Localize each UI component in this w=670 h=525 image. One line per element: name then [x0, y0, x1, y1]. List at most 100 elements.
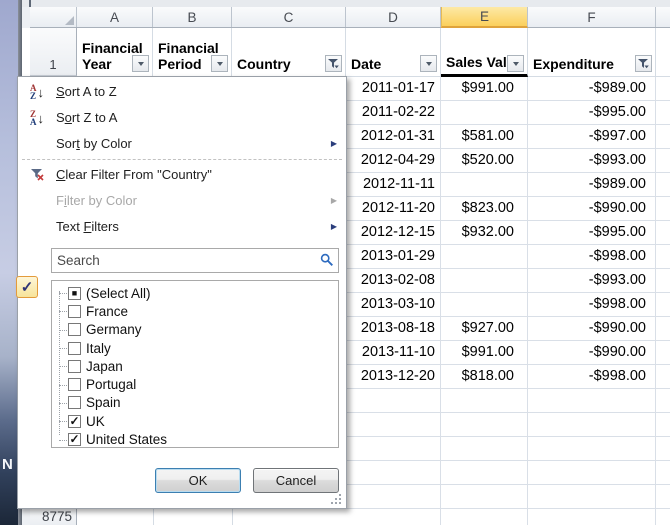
column-header-d[interactable]: D [346, 7, 441, 27]
cell-expenditure[interactable]: -$998.00 [528, 293, 651, 316]
cell-sales-value[interactable]: $818.00 [441, 365, 520, 388]
column-header-f[interactable]: F [528, 7, 656, 27]
cell-date[interactable]: 2013-08-18 [346, 317, 438, 340]
cell-expenditure[interactable]: -$989.00 [528, 77, 651, 100]
cell-expenditure[interactable]: -$990.00 [528, 341, 651, 364]
cell-a1-financial-year[interactable]: Financial Year [77, 28, 153, 77]
cell-sales-value[interactable]: $823.00 [441, 197, 520, 220]
empty-row[interactable] [346, 437, 670, 461]
filter-option-france[interactable]: France [52, 302, 338, 320]
search-input[interactable] [51, 248, 339, 273]
cell-expenditure[interactable]: -$990.00 [528, 317, 651, 340]
cell-sales-value[interactable] [441, 293, 520, 316]
menu-item-filter-by-color[interactable]: Filter by Color▶ [18, 188, 346, 214]
filter-option-select-all[interactable]: ■(Select All) [52, 284, 338, 302]
empty-row[interactable] [346, 461, 670, 485]
cancel-button[interactable]: Cancel [253, 468, 339, 493]
cell-date[interactable]: 2012-11-11 [346, 173, 438, 196]
cell-expenditure[interactable]: -$995.00 [528, 221, 651, 244]
chevron-down-icon [217, 62, 223, 69]
checkbox-unchecked[interactable] [68, 323, 81, 336]
cell-expenditure[interactable]: -$995.00 [528, 101, 651, 124]
filter-option-spain[interactable]: Spain [52, 394, 338, 412]
cell-date[interactable]: 2013-12-20 [346, 365, 438, 388]
filter-funnel-button-f[interactable] [635, 55, 652, 72]
column-header-b[interactable]: B [153, 7, 232, 27]
resize-grip[interactable] [331, 494, 342, 505]
filter-option-united-states[interactable]: ✓United States [52, 430, 338, 448]
filter-dropdown-button-a[interactable] [132, 55, 149, 72]
cell-date[interactable]: 2012-11-20 [346, 197, 438, 220]
cell-date[interactable]: 2013-02-08 [346, 269, 438, 292]
column-header-g-partial[interactable] [656, 7, 670, 27]
empty-row[interactable] [346, 509, 670, 525]
checkbox-unchecked[interactable] [68, 360, 81, 373]
checkbox-indeterminate[interactable]: ■ [68, 287, 81, 300]
cell-sales-value[interactable] [441, 245, 520, 268]
cell-sales-value[interactable]: $932.00 [441, 221, 520, 244]
cell-sales-value[interactable]: $991.00 [441, 77, 520, 100]
filter-option-portugal[interactable]: Portugal [52, 375, 338, 393]
menu-item-text-filters[interactable]: Text Filters▶ [18, 214, 346, 240]
filter-dropdown-button-e[interactable] [507, 55, 524, 72]
checkbox-unchecked[interactable] [68, 342, 81, 355]
cell-date[interactable]: 2011-01-17 [346, 77, 438, 100]
cell-b1-financial-period[interactable]: Financial Period [153, 28, 232, 77]
checkbox-unchecked[interactable] [68, 305, 81, 318]
select-all-corner[interactable] [30, 7, 77, 27]
cell-date[interactable]: 2011-02-22 [346, 101, 438, 124]
cell-expenditure[interactable]: -$990.00 [528, 197, 651, 220]
row-header-1[interactable]: 1 [30, 28, 77, 76]
cell-date[interactable]: 2012-04-29 [346, 149, 438, 172]
empty-row[interactable] [346, 413, 670, 437]
empty-row[interactable] [346, 485, 670, 509]
column-header-c[interactable]: C [232, 7, 346, 27]
cell-e1-sales-value-active[interactable]: Sales Value [441, 28, 528, 77]
cell-date[interactable]: 2013-11-10 [346, 341, 438, 364]
column-header-a[interactable]: A [77, 7, 153, 27]
cell-sales-value[interactable]: $927.00 [441, 317, 520, 340]
cell-sales-value[interactable]: $520.00 [441, 149, 520, 172]
ok-button[interactable]: OK [155, 468, 241, 493]
cell-expenditure[interactable]: -$997.00 [528, 125, 651, 148]
check-icon: ✓ [21, 278, 34, 296]
filter-dropdown-button-d[interactable] [420, 55, 437, 72]
cell-expenditure[interactable]: -$998.00 [528, 245, 651, 268]
filter-option-italy[interactable]: Italy [52, 339, 338, 357]
filter-option-germany[interactable]: Germany [52, 321, 338, 339]
menu-item-sort-a-to-z[interactable]: AZ↓Sort A to Z [18, 79, 346, 105]
cell-d1-date[interactable]: Date [346, 28, 441, 77]
filter-option-japan[interactable]: Japan [52, 357, 338, 375]
table-row: 2012-01-31$581.00 -$997.00 [346, 125, 670, 149]
cell-f1-expenditure[interactable]: Expenditure [528, 28, 656, 77]
menu-item-sort-by-color[interactable]: Sort by Color▶ [18, 131, 346, 157]
checkbox-unchecked[interactable] [68, 378, 81, 391]
checkbox-checked[interactable]: ✓ [68, 433, 81, 446]
cell-expenditure[interactable]: -$989.00 [528, 173, 651, 196]
filter-option-uk[interactable]: ✓UK [52, 412, 338, 430]
cell-date[interactable]: 2012-01-31 [346, 125, 438, 148]
cell-g1-empty[interactable] [656, 28, 670, 77]
checkbox-unchecked[interactable] [68, 396, 81, 409]
cell-expenditure[interactable]: -$998.00 [528, 365, 651, 388]
cell-sales-value[interactable] [441, 101, 520, 124]
empty-row[interactable] [346, 389, 670, 413]
cell-date[interactable]: 2013-03-10 [346, 293, 438, 316]
menu-item-clear-filter[interactable]: Clear Filter From "Country" [18, 162, 346, 188]
cell-expenditure[interactable]: -$993.00 [528, 149, 651, 172]
floating-check-button[interactable]: ✓ [16, 276, 38, 298]
checkbox-checked[interactable]: ✓ [68, 415, 81, 428]
cell-date[interactable]: 2012-12-15 [346, 221, 438, 244]
menu-item-sort-z-to-a[interactable]: ZA↓Sort Z to A [18, 105, 346, 131]
cell-sales-value[interactable]: $991.00 [441, 341, 520, 364]
filter-funnel-button-c[interactable] [325, 55, 342, 72]
cell-sales-value[interactable]: $581.00 [441, 125, 520, 148]
cell-sales-value[interactable] [441, 173, 520, 196]
filter-dropdown-button-b[interactable] [211, 55, 228, 72]
gridline-e-f [527, 77, 528, 525]
column-header-e-selected[interactable]: E [441, 7, 528, 28]
cell-date[interactable]: 2013-01-29 [346, 245, 438, 268]
cell-expenditure[interactable]: -$993.00 [528, 269, 651, 292]
cell-c1-country[interactable]: Country [232, 28, 346, 77]
cell-sales-value[interactable] [441, 269, 520, 292]
